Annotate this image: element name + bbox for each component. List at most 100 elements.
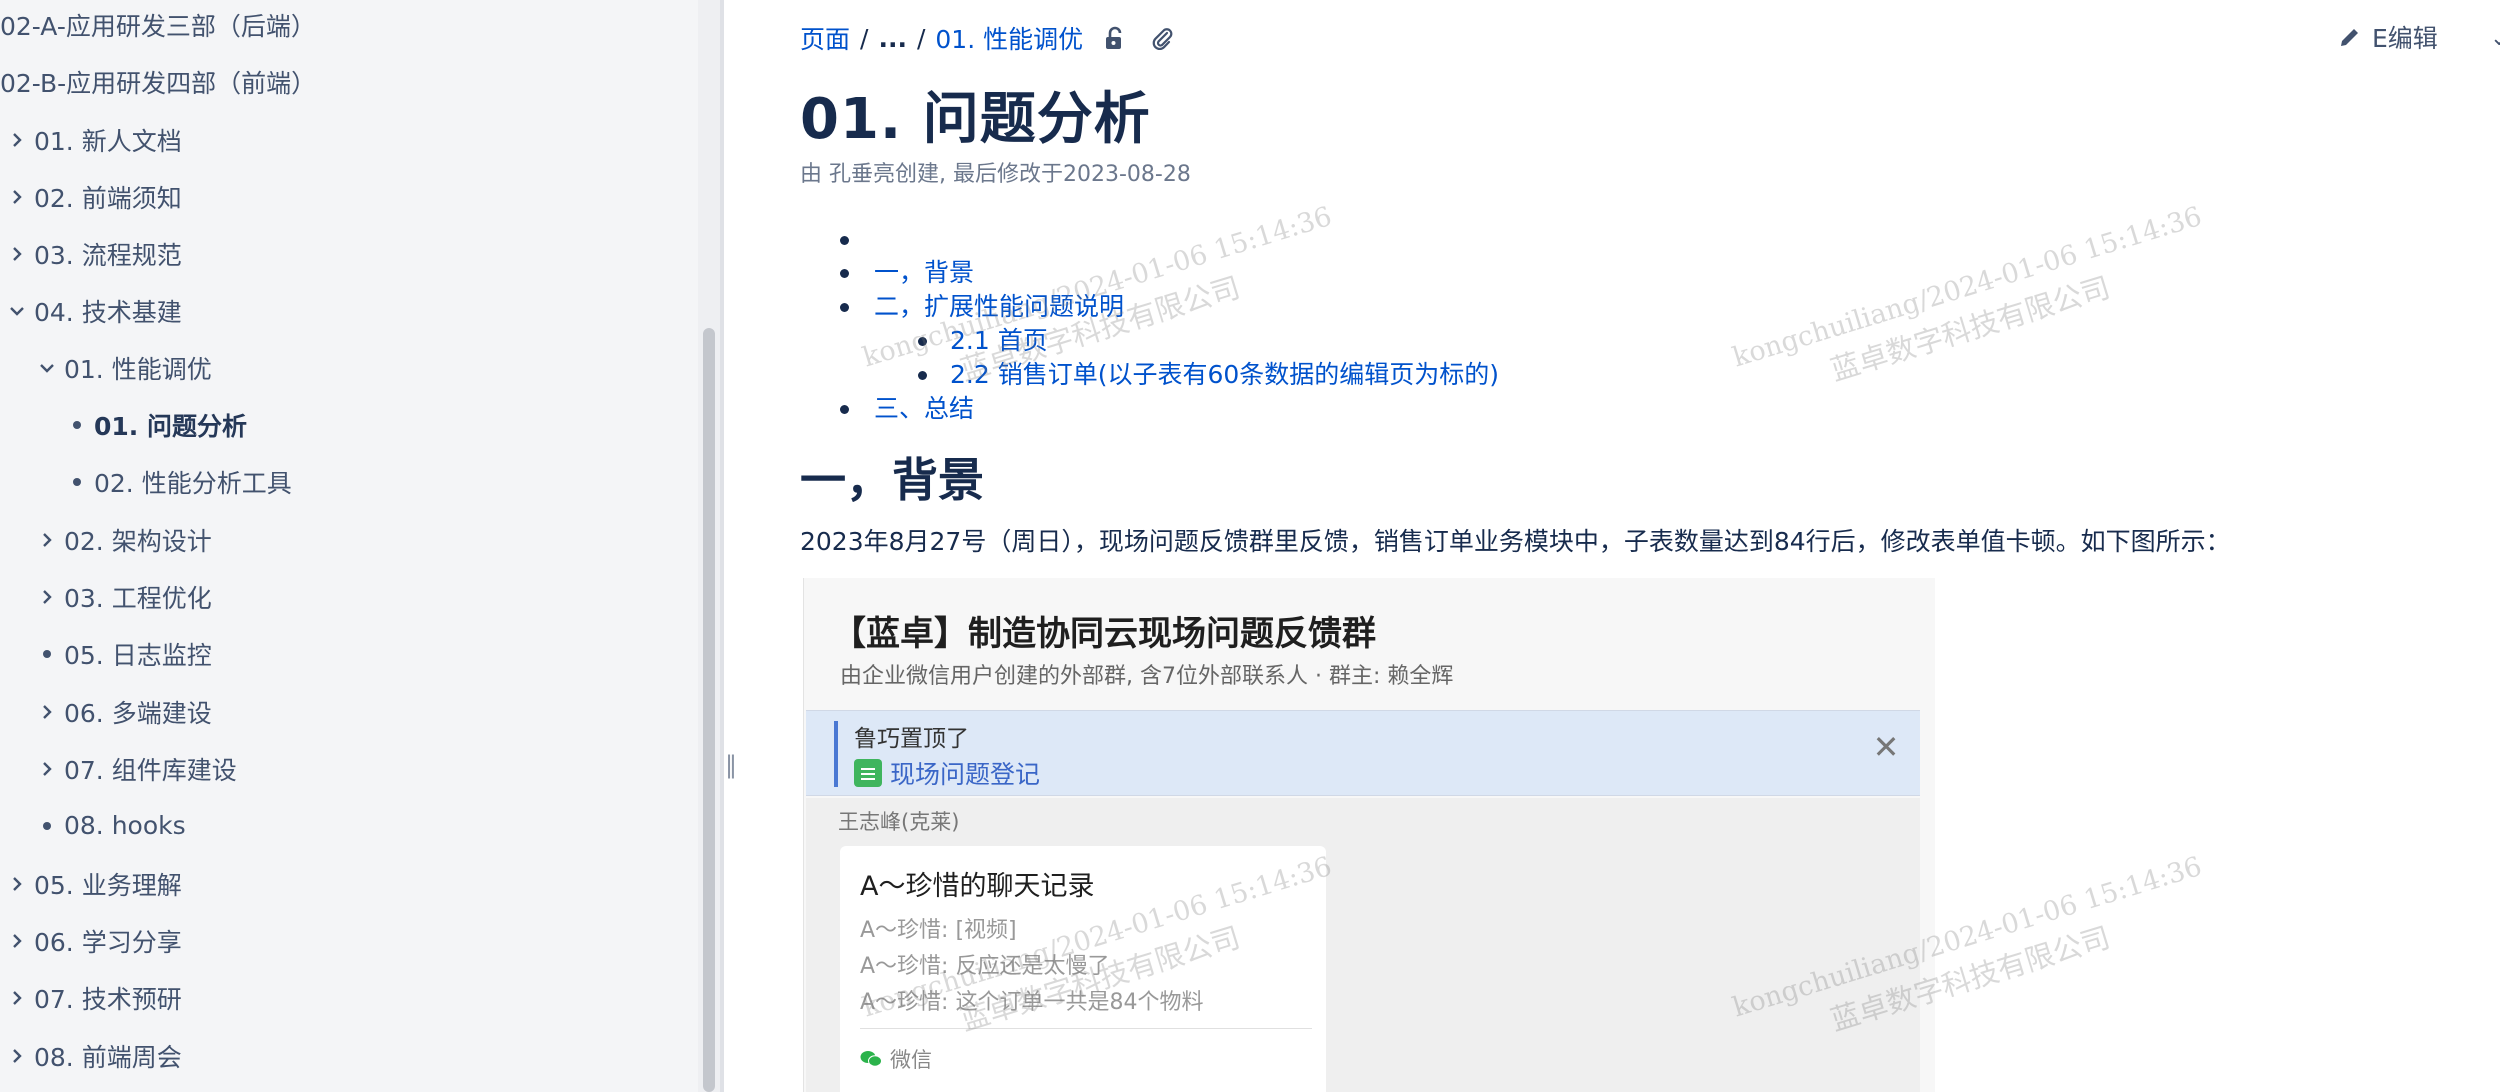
edit-button[interactable]: E编辑 bbox=[2338, 16, 2438, 58]
chat-header: 【蓝卓】制造协同云现场问题反馈群 由企业微信用户创建的外部群, 含7位外部联系人… bbox=[804, 578, 1935, 710]
chevron-right-icon[interactable] bbox=[2, 239, 32, 269]
breadcrumb-perf-tuning-link[interactable]: 01. 性能调优 bbox=[935, 20, 1083, 56]
wechat-icon bbox=[860, 1051, 882, 1067]
sidebar-scrollbar-thumb[interactable] bbox=[703, 328, 715, 1092]
sidebar-item-label: 07. 技术预研 bbox=[34, 984, 182, 1014]
page-byline: 由 孔垂亮创建, 最后修改于2023-08-28 bbox=[800, 162, 1191, 187]
chat-record-footer: 微信 bbox=[860, 1044, 932, 1074]
chat-record-card: A～珍惜的聊天记录 A～珍惜: [视频] A～珍惜: 反应还是太慢了 A～珍惜:… bbox=[840, 846, 1326, 1092]
sidebar-item-app-dev-4[interactable]: 02-B-应用研发四部（前端） bbox=[0, 53, 316, 110]
sidebar-item-architecture[interactable]: 02. 架构设计 bbox=[32, 511, 212, 568]
sidebar-item-process[interactable]: 03. 流程规范 bbox=[2, 225, 182, 282]
chat-record-line: A～珍惜: 反应还是太慢了 bbox=[860, 954, 1110, 979]
chevron-right-icon[interactable] bbox=[32, 582, 62, 612]
sidebar-item-component-lib[interactable]: 07. 组件库建设 bbox=[32, 740, 237, 797]
chevron-right-icon[interactable] bbox=[2, 182, 32, 212]
embedded-screenshot: 【蓝卓】制造协同云现场问题反馈群 由企业微信用户创建的外部群, 含7位外部联系人… bbox=[803, 578, 1935, 1092]
chat-record-title: A～珍惜的聊天记录 bbox=[860, 871, 1095, 902]
sidebar-item-engineering[interactable]: 03. 工程优化 bbox=[32, 568, 212, 625]
sidebar-resize-handle[interactable] bbox=[720, 0, 724, 1092]
page-content: 页面 / ... / 01. 性能调优 E编辑 ⌄ 01. 问题分析 由 孔垂亮… bbox=[738, 0, 2500, 1092]
sidebar-item-label: 06. 学习分享 bbox=[34, 927, 182, 957]
sidebar-item-weekly[interactable]: 08. 前端周会 bbox=[2, 1027, 182, 1084]
pin-accent-bar bbox=[834, 721, 838, 787]
chevron-right-icon[interactable] bbox=[2, 125, 32, 155]
chevron-right-icon[interactable] bbox=[2, 869, 32, 899]
breadcrumb-separator: / bbox=[916, 23, 926, 53]
breadcrumb-pages-link[interactable]: 页面 bbox=[800, 20, 850, 56]
watermark: kongchuiliang/2024-01-06 15:14:36 蓝卓数字科技有… bbox=[1729, 201, 2206, 388]
section-heading-background: 一，背景 bbox=[800, 453, 984, 507]
sidebar-item-perf-tools[interactable]: 02. 性能分析工具 bbox=[62, 453, 292, 510]
chevron-right-icon[interactable] bbox=[32, 754, 62, 784]
toc-bullet bbox=[840, 303, 849, 312]
chat-record-source: 微信 bbox=[890, 1048, 932, 1072]
sidebar-item-frontend-notes[interactable]: 02. 前端须知 bbox=[2, 168, 182, 225]
chevron-down-icon[interactable] bbox=[2, 296, 32, 326]
breadcrumb: 页面 / ... / 01. 性能调优 bbox=[800, 18, 1179, 58]
toc-link-perf-issues[interactable]: 二，扩展性能问题说明 bbox=[874, 290, 1124, 324]
page-title: 01. 问题分析 bbox=[800, 87, 1151, 152]
drag-handle-icon[interactable]: ‖ bbox=[724, 752, 738, 778]
pinned-message-bar: 鲁巧置顶了 现场问题登记 ✕ bbox=[806, 710, 1920, 796]
chevron-right-icon[interactable] bbox=[2, 1041, 32, 1071]
bullet-icon bbox=[32, 811, 62, 841]
breadcrumb-ellipsis-button[interactable]: ... bbox=[878, 24, 907, 53]
chevron-right-icon[interactable] bbox=[32, 697, 62, 727]
spreadsheet-icon bbox=[854, 759, 882, 787]
message-sender: 王志峰(克莱) bbox=[838, 810, 960, 834]
more-icon[interactable]: ⌄ bbox=[2490, 26, 2500, 51]
sidebar-item-onboarding[interactable]: 01. 新人文档 bbox=[2, 111, 182, 168]
sidebar-item-log-monitor[interactable]: 05. 日志监控 bbox=[32, 625, 212, 682]
sidebar-item-label: 01. 问题分析 bbox=[94, 411, 247, 441]
sidebar-item-tech-infra[interactable]: 04. 技术基建 bbox=[2, 282, 182, 339]
sidebar-item-hooks[interactable]: 08. hooks bbox=[32, 797, 186, 854]
page-tree-sidebar: 02-A-应用研发三部（后端） 02-B-应用研发四部（前端） 01. 新人文档… bbox=[0, 0, 698, 1092]
sidebar-item-perf-tuning[interactable]: 01. 性能调优 bbox=[32, 339, 212, 396]
chevron-right-icon[interactable] bbox=[2, 983, 32, 1013]
close-icon: ✕ bbox=[1872, 728, 1900, 766]
sidebar-item-label: 03. 工程优化 bbox=[64, 583, 212, 613]
sidebar-item-label: 02-B-应用研发四部（前端） bbox=[0, 68, 317, 98]
toc-bullet bbox=[840, 405, 849, 414]
toc-bullet bbox=[918, 337, 927, 346]
sidebar-item-learning[interactable]: 06. 学习分享 bbox=[2, 912, 182, 969]
sidebar-item-label: 02. 前端须知 bbox=[34, 183, 182, 213]
sidebar-item-research[interactable]: 07. 技术预研 bbox=[2, 969, 182, 1026]
toc-link-summary[interactable]: 三、总结 bbox=[874, 392, 974, 426]
sidebar-item-label: 02. 性能分析工具 bbox=[94, 468, 292, 498]
sidebar-item-label: 08. hooks bbox=[64, 811, 186, 840]
sidebar-item-label: 08. 前端周会 bbox=[34, 1042, 182, 1072]
sidebar-item-business[interactable]: 05. 业务理解 bbox=[2, 855, 182, 912]
toc-link-homepage[interactable]: 2.1 首页 bbox=[950, 324, 1048, 358]
toc-bullet bbox=[840, 269, 849, 278]
toc-link-sales-order[interactable]: 2.2 销售订单(以子表有60条数据的编辑页为标的) bbox=[950, 358, 1499, 392]
chevron-right-icon[interactable] bbox=[2, 926, 32, 956]
sidebar-item-label: 06. 多端建设 bbox=[64, 698, 212, 728]
chat-body: 王志峰(克莱) A～珍惜的聊天记录 A～珍惜: [视频] A～珍惜: 反应还是太… bbox=[806, 798, 1920, 1092]
chevron-down-icon[interactable] bbox=[32, 353, 62, 383]
pinned-link-label: 现场问题登记 bbox=[890, 760, 1041, 789]
unlock-icon[interactable] bbox=[1097, 21, 1131, 55]
edit-button-label: E编辑 bbox=[2372, 24, 2438, 53]
sidebar-item-label: 05. 日志监控 bbox=[64, 640, 212, 670]
section-paragraph: 2023年8月27号（周日），现场问题反馈群里反馈，销售订单业务模块中，子表数量… bbox=[800, 527, 2231, 556]
toc-bullet bbox=[840, 236, 849, 245]
pencil-icon bbox=[2341, 29, 2358, 46]
pinned-link: 现场问题登记 bbox=[854, 755, 1040, 791]
sidebar-item-problem-analysis[interactable]: 01. 问题分析 bbox=[62, 396, 247, 453]
sidebar-item-label: 02-A-应用研发三部（后端） bbox=[0, 11, 316, 41]
chat-record-line: A～珍惜: [视频] bbox=[860, 918, 1017, 943]
sidebar-item-label: 07. 组件库建设 bbox=[64, 755, 237, 785]
sidebar-item-label: 04. 技术基建 bbox=[34, 297, 182, 327]
sidebar-item-label: 03. 流程规范 bbox=[34, 240, 182, 270]
chat-record-line: A～珍惜: 这个订单一共是84个物料 bbox=[860, 990, 1204, 1015]
sidebar-item-multi-platform[interactable]: 06. 多端建设 bbox=[32, 683, 212, 740]
chevron-right-icon[interactable] bbox=[32, 525, 62, 555]
toc-link-background[interactable]: 一，背景 bbox=[874, 256, 974, 290]
sidebar-item-app-dev-3[interactable]: 02-A-应用研发三部（后端） bbox=[0, 0, 316, 53]
sidebar-item-label: 01. 性能调优 bbox=[64, 354, 212, 384]
attachment-icon[interactable] bbox=[1145, 21, 1179, 55]
chat-group-subtitle: 由企业微信用户创建的外部群, 含7位外部联系人 · 群主: 赖全辉 bbox=[840, 664, 1454, 689]
breadcrumb-separator: / bbox=[860, 23, 869, 53]
